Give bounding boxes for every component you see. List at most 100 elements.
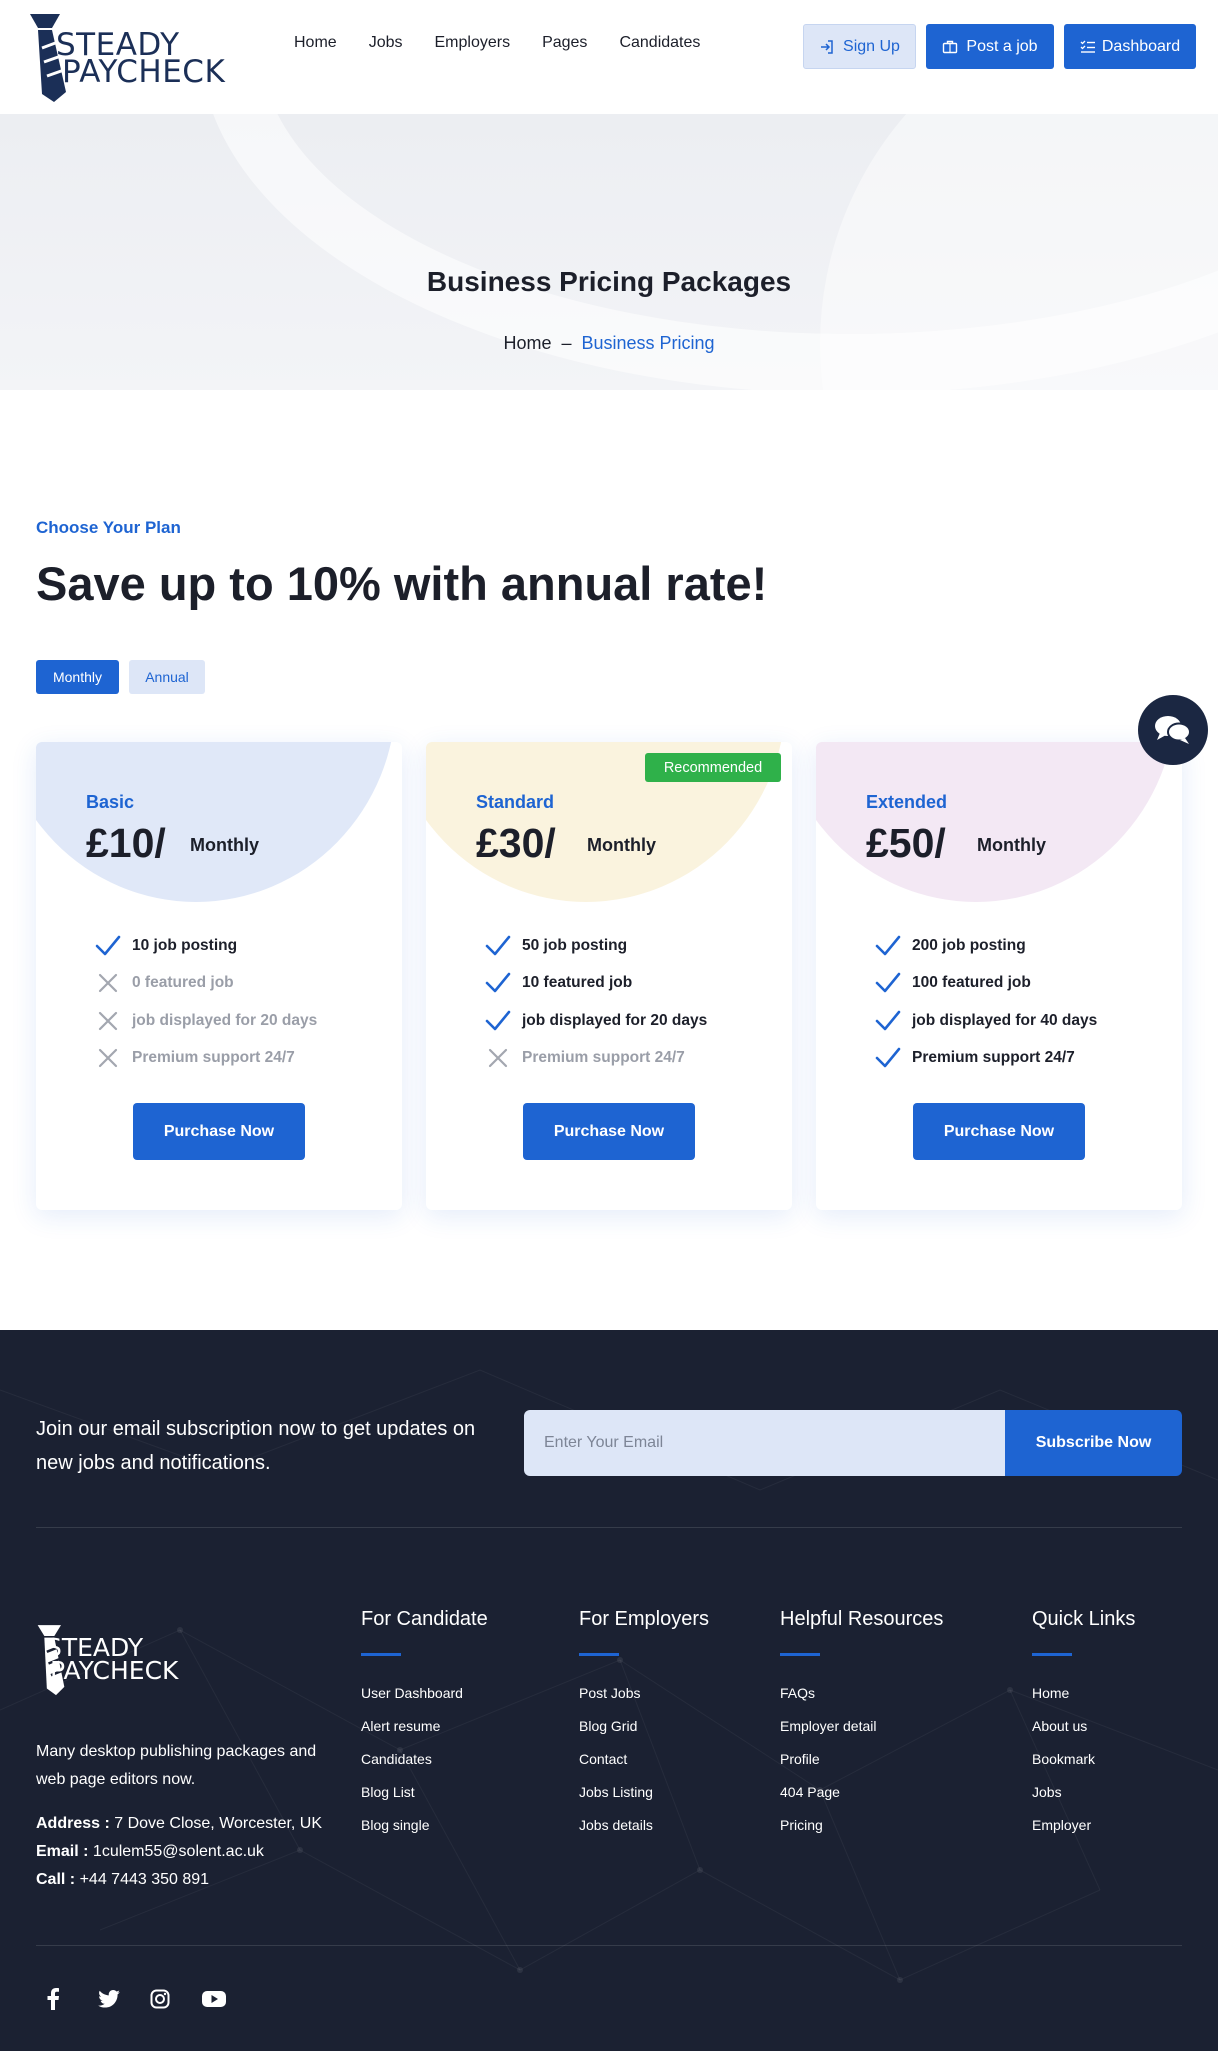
check-icon — [874, 932, 902, 960]
feature-item: 200 job posting — [874, 927, 1097, 965]
nav-pages[interactable]: Pages — [542, 34, 587, 52]
section-eyebrow: Choose Your Plan — [36, 518, 181, 537]
feature-item: 0 featured job — [94, 965, 317, 1003]
nav-jobs[interactable]: Jobs — [369, 34, 403, 52]
subscribe-button[interactable]: Subscribe Now — [1005, 1410, 1182, 1476]
section-headline: Save up to 10% with annual rate! — [36, 557, 768, 610]
instagram-icon[interactable] — [150, 1987, 202, 2011]
feature-list: 50 job posting 10 featured job job display… — [484, 927, 707, 1077]
footer-link[interactable]: Bookmark — [1032, 1750, 1135, 1783]
nav-home[interactable]: Home — [294, 34, 337, 52]
dashboard-label: Dashboard — [1101, 37, 1181, 55]
footer-link[interactable]: Blog single — [361, 1816, 488, 1849]
subscribe-text: Join our email subscription now to get u… — [36, 1418, 476, 1474]
footer-link[interactable]: Candidates — [361, 1750, 488, 1783]
logo-line-2: PAYCHECK — [62, 54, 226, 90]
cross-icon — [94, 969, 122, 997]
footer-column-title: Helpful Resources — [780, 1608, 944, 1630]
feature-text: 0 featured job — [132, 974, 234, 992]
title-underline — [780, 1653, 820, 1656]
check-icon — [94, 932, 122, 960]
plan-name: Basic — [86, 792, 135, 812]
footer-link[interactable]: 404 Page — [780, 1783, 943, 1816]
check-icon — [874, 1044, 902, 1072]
footer-link[interactable]: Post Jobs — [579, 1684, 709, 1717]
post-job-label: Post a job — [966, 37, 1038, 55]
footer-column-quick-links: Quick Links Home About us Bookmark Jobs … — [1032, 1608, 1135, 1849]
nav-employers[interactable]: Employers — [434, 34, 510, 52]
footer-logo-line-2: PAYCHECK — [50, 1656, 179, 1685]
youtube-icon[interactable] — [202, 1987, 254, 2011]
feature-item: 100 featured job — [874, 965, 1097, 1003]
check-icon — [484, 932, 512, 960]
footer-link[interactable]: Jobs — [1032, 1783, 1135, 1816]
feature-list: 200 job posting 100 featured job job displ… — [874, 927, 1097, 1077]
breadcrumb-separator: – — [561, 333, 572, 353]
monthly-toggle[interactable]: Monthly — [36, 660, 119, 694]
annual-toggle[interactable]: Annual — [129, 660, 205, 694]
plan-name: Extended — [866, 792, 948, 812]
purchase-now-button[interactable]: Purchase Now — [913, 1103, 1085, 1160]
purchase-now-button[interactable]: Purchase Now — [133, 1103, 305, 1160]
email-label: Email : — [36, 1843, 89, 1860]
feature-text: job displayed for 20 days — [522, 1011, 708, 1029]
footer-link[interactable]: Contact — [579, 1750, 709, 1783]
feature-item: job displayed for 20 days — [484, 1002, 707, 1040]
call-value[interactable]: +44 7443 350 891 — [80, 1871, 209, 1888]
facebook-icon[interactable] — [46, 1987, 98, 2011]
footer-link[interactable]: Employer detail — [780, 1717, 943, 1750]
feature-item: Premium support 24/7 — [94, 1040, 317, 1078]
dashboard-button[interactable]: Dashboard — [1064, 24, 1196, 69]
plan-price: £10/ — [86, 820, 166, 866]
footer-contact: Address : 7 Dove Close, Worcester, UK Em… — [36, 1810, 322, 1894]
check-icon — [484, 969, 512, 997]
twitter-icon[interactable] — [98, 1987, 150, 2011]
footer-divider — [36, 1527, 1182, 1528]
footer-link[interactable]: Pricing — [780, 1816, 943, 1849]
title-underline — [579, 1653, 619, 1656]
address-value: 7 Dove Close, Worcester, UK — [114, 1815, 323, 1832]
footer-link[interactable]: Jobs details — [579, 1816, 709, 1849]
footer-link[interactable]: Blog Grid — [579, 1717, 709, 1750]
pricing-card-basic: Basic £10/Monthly 10 job posting 0 featured… — [36, 742, 402, 1210]
sign-up-button[interactable]: Sign Up — [803, 24, 916, 69]
cross-icon — [484, 1044, 512, 1072]
plan-period: Monthly — [977, 835, 1046, 855]
footer-divider — [36, 1945, 1182, 1946]
footer-link[interactable]: Alert resume — [361, 1717, 488, 1750]
nav-candidates[interactable]: Candidates — [619, 34, 700, 52]
footer-link[interactable]: Employer — [1032, 1816, 1135, 1849]
chat-button[interactable] — [1138, 695, 1208, 765]
footer-link[interactable]: Home — [1032, 1684, 1135, 1717]
social-links — [46, 1987, 254, 2011]
feature-item: 10 featured job — [484, 965, 707, 1003]
sign-up-label: Sign Up — [843, 37, 900, 55]
title-underline — [1032, 1653, 1072, 1656]
footer-column-employers: For Employers Post Jobs Blog Grid Contac… — [579, 1608, 709, 1849]
plan-period: Monthly — [190, 835, 259, 855]
footer-column-resources: Helpful Resources FAQs Employer detail P… — [780, 1608, 943, 1849]
breadcrumb-home[interactable]: Home — [503, 333, 551, 353]
feature-item: 50 job posting — [484, 927, 707, 965]
post-job-button[interactable]: Post a job — [926, 24, 1054, 69]
email-subscribe-input[interactable] — [524, 1410, 1006, 1476]
footer-column-title: For Employers — [579, 1608, 710, 1630]
footer-column-title: For Candidate — [361, 1608, 488, 1630]
footer-link[interactable]: Jobs Listing — [579, 1783, 709, 1816]
feature-text: 100 featured job — [912, 974, 1031, 992]
site-logo[interactable]: STEADY PAYCHECK — [20, 12, 225, 102]
feature-item: Premium support 24/7 — [484, 1040, 707, 1078]
purchase-now-button[interactable]: Purchase Now — [523, 1103, 695, 1160]
footer-link[interactable]: Profile — [780, 1750, 943, 1783]
plan-period: Monthly — [587, 835, 656, 855]
check-icon — [484, 1007, 512, 1035]
footer-link[interactable]: FAQs — [780, 1684, 943, 1717]
email-value[interactable]: 1culem55@solent.ac.uk — [93, 1843, 264, 1860]
list-icon — [1080, 40, 1095, 53]
site-header: STEADY PAYCHECK Home Jobs Employers Page… — [0, 0, 1218, 114]
footer-link[interactable]: About us — [1032, 1717, 1135, 1750]
footer-link[interactable]: Blog List — [361, 1783, 488, 1816]
page-banner: Business Pricing Packages Home – Business … — [0, 114, 1218, 390]
footer-link[interactable]: User Dashboard — [361, 1684, 488, 1717]
feature-item: Premium support 24/7 — [874, 1040, 1097, 1078]
